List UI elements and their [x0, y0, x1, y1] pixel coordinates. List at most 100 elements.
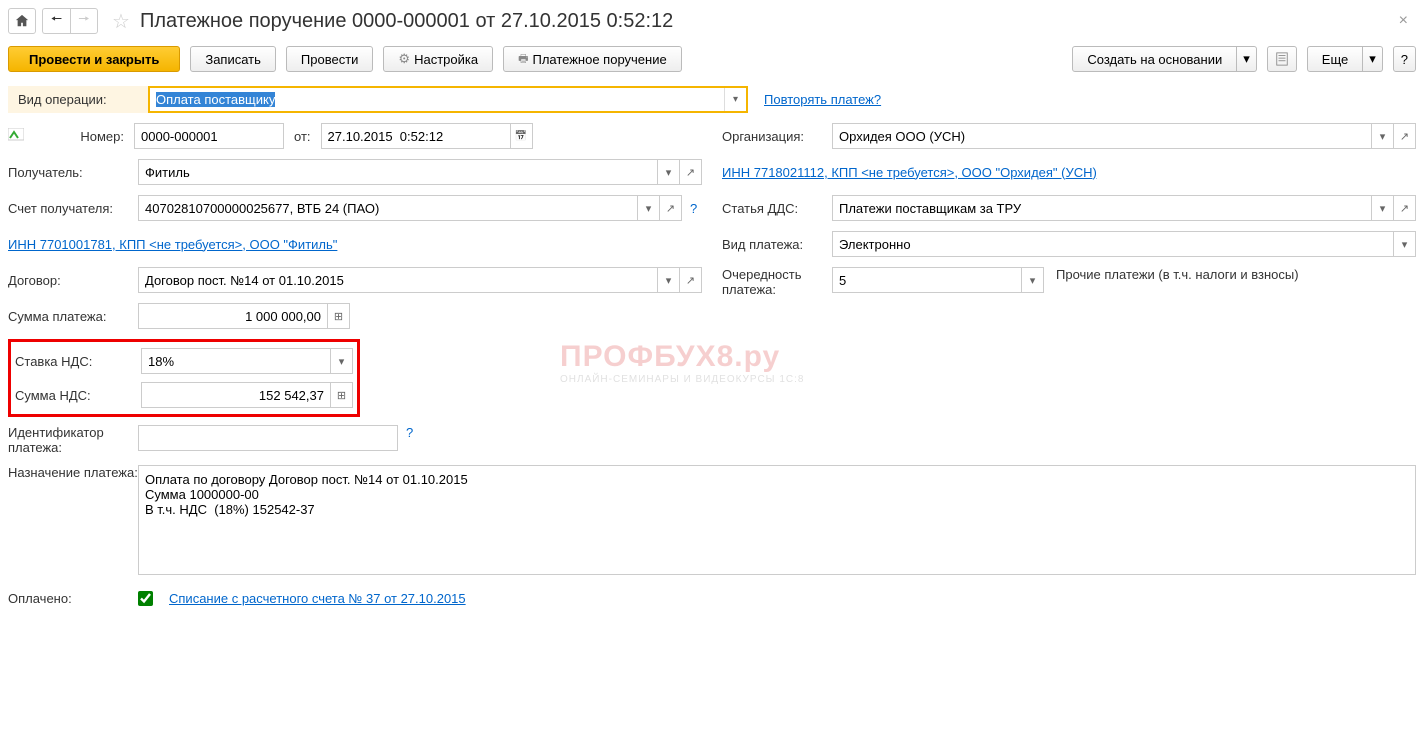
dds-open[interactable]: ↗ — [1394, 195, 1416, 221]
right-column: Организация: ▾ ↗ ИНН 7718021112, КПП <не… — [722, 123, 1416, 465]
priority-input[interactable] — [832, 267, 1022, 293]
purpose-label: Назначение платежа: — [8, 465, 138, 480]
recipient-row: Получатель: ▾ ↗ — [8, 159, 702, 185]
left-column: Номер: от: Получатель: ▾ ↗ Счет получате… — [8, 123, 702, 465]
date-from-label: от: — [294, 129, 311, 144]
save-button[interactable]: Записать — [190, 46, 276, 72]
arrow-left-icon: 🠔 — [51, 10, 62, 32]
vat-sum-row: Сумма НДС: — [15, 382, 353, 408]
dds-row: Статья ДДС: ▾ ↗ — [722, 195, 1416, 221]
payment-sum-row: Сумма платежа: — [8, 303, 702, 329]
home-button[interactable] — [8, 8, 36, 34]
org-info-link[interactable]: ИНН 7718021112, КПП <не требуется>, ООО … — [722, 165, 1097, 180]
contract-label: Договор: — [8, 273, 138, 288]
contract-input[interactable] — [138, 267, 658, 293]
recipient-dropdown[interactable]: ▾ — [658, 159, 680, 185]
more-button[interactable]: Еще — [1307, 46, 1363, 72]
recipient-info-link[interactable]: ИНН 7701001781, КПП <не требуется>, ООО … — [8, 237, 337, 252]
organization-row: Организация: ▾ ↗ — [722, 123, 1416, 149]
paid-row: Оплачено: Списание с расчетного счета № … — [8, 585, 1416, 611]
create-based-on-dropdown[interactable]: ▾ — [1237, 46, 1257, 72]
date-input[interactable] — [321, 123, 511, 149]
settings-button[interactable]: Настройка — [383, 46, 493, 72]
recipient-open[interactable]: ↗ — [680, 159, 702, 185]
window-title: Платежное поручение 0000-000001 от 27.10… — [140, 10, 1385, 33]
window-close-button[interactable]: × — [1391, 12, 1416, 30]
command-bar: Провести и закрыть Записать Провести Нас… — [8, 46, 1416, 72]
priority-desc: Прочие платежи (в т.ч. налоги и взносы) — [1056, 267, 1299, 282]
organization-open[interactable]: ↗ — [1394, 123, 1416, 149]
calendar-button[interactable] — [511, 123, 533, 149]
operation-type-input[interactable]: Оплата поставщику — [150, 88, 724, 111]
forward-button[interactable]: 🠖 — [70, 8, 98, 34]
contract-dropdown[interactable]: ▾ — [658, 267, 680, 293]
payment-sum-input[interactable] — [138, 303, 328, 329]
recipient-input[interactable] — [138, 159, 658, 185]
print-icon — [518, 50, 528, 69]
create-based-on-button[interactable]: Создать на основании — [1072, 46, 1237, 72]
post-button[interactable]: Провести — [286, 46, 374, 72]
paid-label: Оплачено: — [8, 591, 138, 606]
payment-kind-label: Вид платежа: — [722, 237, 832, 252]
organization-input[interactable] — [832, 123, 1372, 149]
vat-sum-label: Сумма НДС: — [15, 388, 141, 403]
vat-rate-row: Ставка НДС: ▾ — [15, 348, 353, 374]
home-icon — [15, 14, 29, 28]
priority-dropdown[interactable]: ▾ — [1022, 267, 1044, 293]
vat-sum-input[interactable] — [141, 382, 331, 408]
recipient-account-input[interactable] — [138, 195, 638, 221]
operation-type-dropdown[interactable]: ▾ — [724, 88, 746, 111]
gear-icon — [398, 51, 410, 67]
vat-rate-input[interactable] — [141, 348, 331, 374]
dds-dropdown[interactable]: ▾ — [1372, 195, 1394, 221]
vat-rate-label: Ставка НДС: — [15, 354, 141, 369]
payment-id-input[interactable] — [138, 425, 398, 451]
payment-kind-input[interactable] — [832, 231, 1394, 257]
number-label: Номер: — [38, 129, 134, 144]
payment-id-row: Идентификатор платежа: ? — [8, 425, 702, 455]
payment-id-label: Идентификатор платежа: — [8, 425, 138, 455]
operation-type-label: Вид операции: — [18, 92, 107, 107]
post-and-close-button[interactable]: Провести и закрыть — [8, 46, 180, 72]
print-form-button[interactable]: Платежное поручение — [503, 46, 682, 72]
recipient-info-row: ИНН 7701001781, КПП <не требуется>, ООО … — [8, 231, 702, 257]
recipient-label: Получатель: — [8, 165, 138, 180]
paid-checkbox[interactable] — [138, 591, 153, 606]
recipient-account-open[interactable]: ↗ — [660, 195, 682, 221]
vat-highlight-box: Ставка НДС: ▾ Сумма НДС: — [8, 339, 360, 417]
dds-label: Статья ДДС: — [722, 201, 832, 216]
number-row: Номер: от: — [8, 123, 702, 149]
purpose-textarea[interactable] — [138, 465, 1416, 575]
favorite-star-icon[interactable]: ☆ — [112, 9, 130, 34]
recipient-account-help[interactable]: ? — [690, 201, 697, 216]
vat-sum-calc[interactable] — [331, 382, 353, 408]
help-button[interactable]: ? — [1393, 46, 1416, 72]
report-button[interactable] — [1267, 46, 1297, 72]
number-input[interactable] — [134, 123, 284, 149]
back-button[interactable]: 🠔 — [42, 8, 70, 34]
payment-kind-dropdown[interactable]: ▾ — [1394, 231, 1416, 257]
title-bar: 🠔 🠖 ☆ Платежное поручение 0000-000001 от… — [8, 8, 1416, 34]
arrow-right-icon: 🠖 — [78, 10, 89, 32]
payment-sum-label: Сумма платежа: — [8, 309, 138, 324]
dds-input[interactable] — [832, 195, 1372, 221]
status-flag-icon — [8, 128, 38, 145]
recipient-account-row: Счет получателя: ▾ ↗ ? — [8, 195, 702, 221]
vat-rate-dropdown[interactable]: ▾ — [331, 348, 353, 374]
document-icon — [1275, 52, 1289, 66]
recipient-account-dropdown[interactable]: ▾ — [638, 195, 660, 221]
operation-type-row: Вид операции: Оплата поставщику ▾ Повтор… — [8, 86, 1416, 113]
paid-link[interactable]: Списание с расчетного счета № 37 от 27.1… — [169, 591, 466, 606]
priority-label: Очередность платежа: — [722, 267, 832, 297]
organization-dropdown[interactable]: ▾ — [1372, 123, 1394, 149]
org-info-row: ИНН 7718021112, КПП <не требуется>, ООО … — [722, 159, 1416, 185]
payment-sum-calc[interactable] — [328, 303, 350, 329]
priority-row: Очередность платежа: ▾ Прочие платежи (в… — [722, 267, 1416, 297]
contract-row: Договор: ▾ ↗ — [8, 267, 702, 293]
recipient-account-label: Счет получателя: — [8, 201, 138, 216]
contract-open[interactable]: ↗ — [680, 267, 702, 293]
payment-kind-row: Вид платежа: ▾ — [722, 231, 1416, 257]
more-dropdown[interactable]: ▾ — [1363, 46, 1383, 72]
repeat-payment-link[interactable]: Повторять платеж? — [764, 92, 881, 107]
payment-id-help[interactable]: ? — [406, 425, 413, 440]
